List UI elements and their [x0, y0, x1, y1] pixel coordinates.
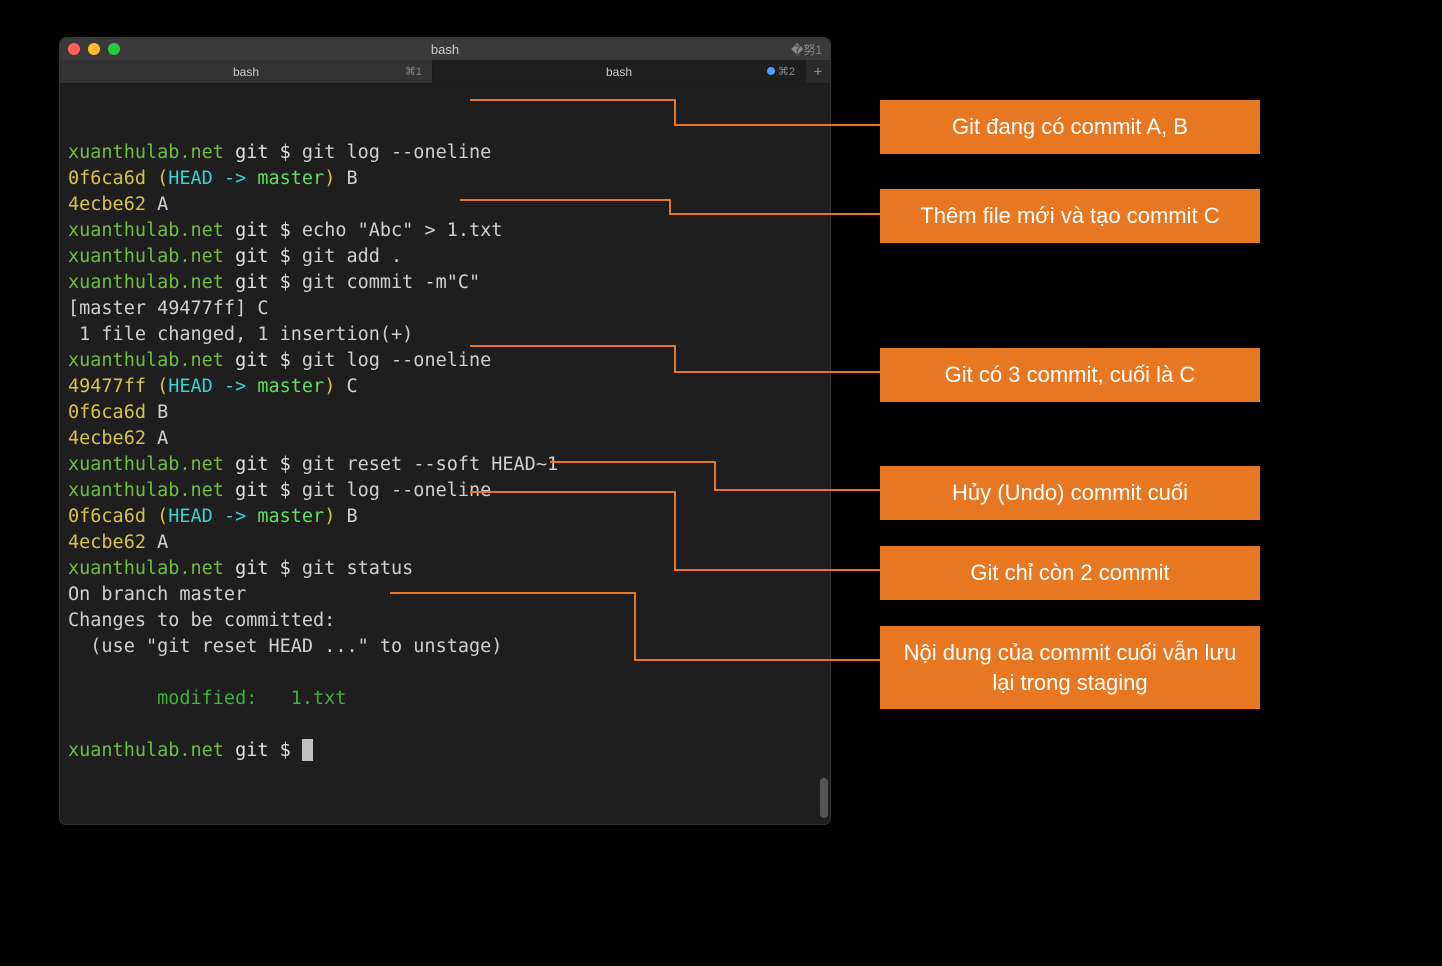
terminal-window: bash �努1 bash ⌘1 bash ⌘2 + xuanthulab.ne… — [60, 38, 830, 824]
tabbar: bash ⌘1 bash ⌘2 + — [60, 60, 830, 84]
terminal-line: (use "git reset HEAD ..." to unstage) — [68, 634, 822, 660]
terminal-line: [master 49477ff] C — [68, 296, 822, 322]
new-tab-button[interactable]: + — [806, 60, 830, 83]
terminal-line: xuanthulab.net git $ git log --oneline — [68, 140, 822, 166]
annotation-6: Nội dung của commit cuối vẫn lưu lại tro… — [880, 626, 1260, 709]
tab-shortcut: ⌘1 — [405, 65, 422, 78]
tab-bash-1[interactable]: bash ⌘1 — [60, 60, 433, 83]
terminal-line: On branch master — [68, 582, 822, 608]
terminal-line: Changes to be committed: — [68, 608, 822, 634]
terminal-line: 0f6ca6d B — [68, 400, 822, 426]
tab-label: bash — [233, 65, 259, 79]
terminal-line — [68, 660, 822, 686]
terminal-line — [68, 712, 822, 738]
scrollbar-thumb[interactable] — [820, 778, 828, 818]
terminal-line: 1 file changed, 1 insertion(+) — [68, 322, 822, 348]
terminal-line: xuanthulab.net git $ git log --oneline — [68, 478, 822, 504]
terminal-line: xuanthulab.net git $ — [68, 738, 822, 764]
annotation-5: Git chỉ còn 2 commit — [880, 546, 1260, 600]
tab-bash-2[interactable]: bash ⌘2 — [433, 60, 806, 83]
annotation-4: Hủy (Undo) commit cuối — [880, 466, 1260, 520]
titlebar[interactable]: bash �努1 — [60, 38, 830, 60]
terminal-line: modified: 1.txt — [68, 686, 822, 712]
cursor — [302, 739, 313, 761]
annotation-3: Git có 3 commit, cuối là C — [880, 348, 1260, 402]
tab-shortcut: ⌘2 — [767, 65, 795, 78]
terminal-line: xuanthulab.net git $ git log --oneline — [68, 348, 822, 374]
annotation-2: Thêm file mới và tạo commit C — [880, 189, 1260, 243]
terminal-output[interactable]: xuanthulab.net git $ git log --oneline0f… — [60, 84, 830, 824]
terminal-line: xuanthulab.net git $ git commit -m"C" — [68, 270, 822, 296]
tab-label: bash — [606, 65, 632, 79]
terminal-line: 0f6ca6d (HEAD -> master) B — [68, 166, 822, 192]
terminal-line: 49477ff (HEAD -> master) C — [68, 374, 822, 400]
terminal-line: xuanthulab.net git $ git add . — [68, 244, 822, 270]
terminal-line: xuanthulab.net git $ echo "Abc" > 1.txt — [68, 218, 822, 244]
terminal-line: 4ecbe62 A — [68, 426, 822, 452]
terminal-line: xuanthulab.net git $ git reset --soft HE… — [68, 452, 822, 478]
annotation-1: Git đang có commit A, B — [880, 100, 1260, 154]
terminal-line: 0f6ca6d (HEAD -> master) B — [68, 504, 822, 530]
window-title: bash — [60, 42, 830, 57]
modified-dot-icon — [767, 67, 775, 75]
terminal-line: 4ecbe62 A — [68, 192, 822, 218]
terminal-line: 4ecbe62 A — [68, 530, 822, 556]
terminal-line: xuanthulab.net git $ git status — [68, 556, 822, 582]
